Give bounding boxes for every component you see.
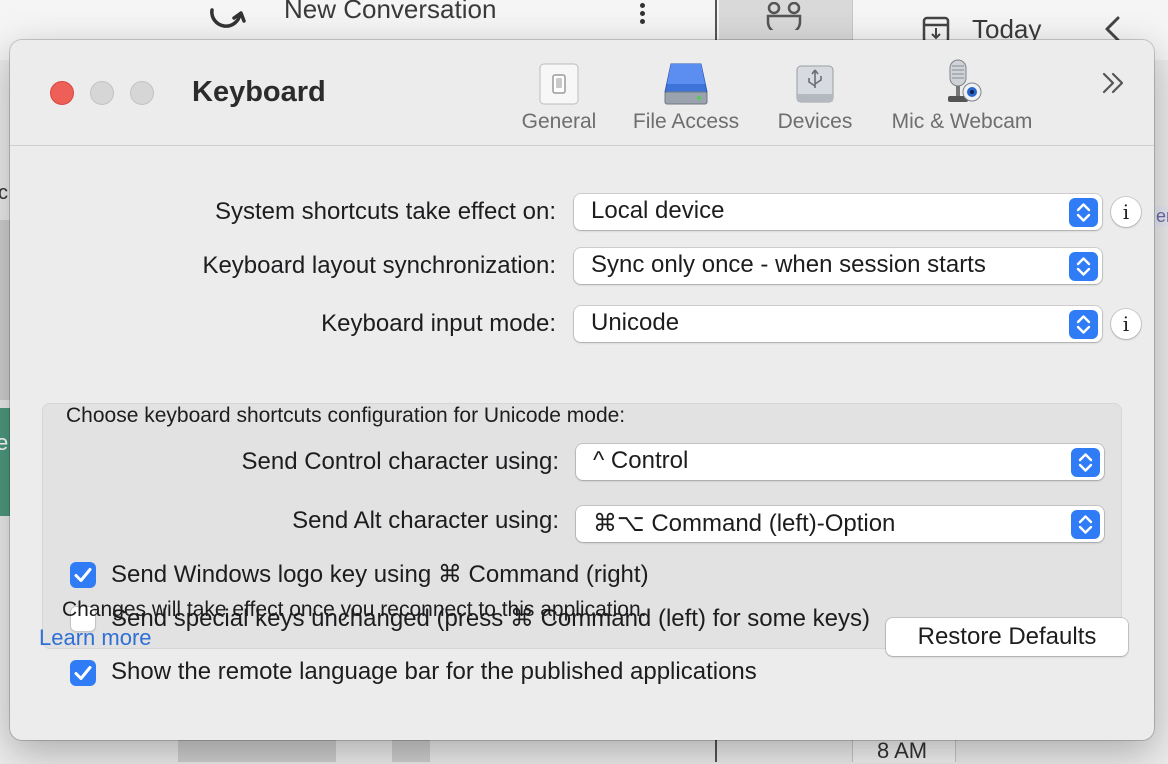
system-shortcuts-label: System shortcuts take effect on: <box>214 198 556 225</box>
up-down-arrows-icon <box>1069 198 1098 227</box>
input-mode-label: Keyboard input mode: <box>321 310 556 337</box>
close-window-button[interactable] <box>50 81 74 105</box>
checkmark-icon <box>74 568 92 582</box>
alt-character-label: Send Alt character using: <box>292 507 559 534</box>
toolbar-item-label: File Access <box>632 110 740 133</box>
toolbar-item-label: Mic & Webcam <box>891 110 1033 133</box>
calendar-time-label: 8 AM <box>852 738 956 763</box>
up-down-arrows-icon <box>1071 448 1100 477</box>
background-text-fragment: e <box>0 430 9 455</box>
zoom-window-button[interactable] <box>130 81 154 105</box>
checkmark-icon <box>74 666 92 680</box>
toolbar-item-devices[interactable]: Devices <box>770 58 860 134</box>
layout-sync-label: Keyboard layout synchronization: <box>202 252 556 279</box>
keyboard-preferences-window: Keyboard General File Access Devices Mic… <box>10 40 1154 740</box>
language-bar-checkbox[interactable] <box>70 660 96 686</box>
control-character-label: Send Control character using: <box>241 448 559 475</box>
up-down-arrows-icon <box>1069 252 1098 281</box>
toolbar-item-mic-webcam[interactable]: Mic & Webcam <box>880 58 1044 134</box>
checkbox-label: Show the remote language bar for the pub… <box>111 658 757 685</box>
group-title: Choose keyboard shortcuts configuration … <box>66 404 626 427</box>
minimize-window-button[interactable] <box>90 81 114 105</box>
teams-icon <box>766 2 802 30</box>
switch-icon <box>539 63 579 105</box>
microphone-webcam-icon <box>948 59 982 102</box>
up-down-arrows-icon <box>1071 510 1100 539</box>
background-text-fragment: c <box>0 182 8 204</box>
window-toolbar: Keyboard General File Access Devices Mic… <box>10 40 1154 146</box>
toolbar-item-label: General <box>521 110 597 133</box>
select-value: Local device <box>591 197 725 224</box>
info-button[interactable]: i <box>1111 197 1141 227</box>
select-value: ^ Control <box>593 447 689 474</box>
toolbar-item-file-access[interactable]: File Access <box>622 58 750 134</box>
double-chevron-right-icon[interactable] <box>1098 68 1128 98</box>
usb-drive-icon <box>796 65 834 103</box>
select-value: ⌘⌥ Command (left)-Option <box>593 510 896 537</box>
toolbar-item-label: Devices <box>777 110 853 133</box>
input-mode-select[interactable]: Unicode <box>574 306 1102 342</box>
reconnect-note: Changes will take effect once you reconn… <box>62 598 647 621</box>
window-title: Keyboard <box>192 76 326 108</box>
select-value: Sync only once - when session starts <box>591 251 986 278</box>
info-button[interactable]: i <box>1111 309 1141 339</box>
checkbox-label: Send Windows logo key using ⌘ Command (r… <box>111 561 649 588</box>
conversation-title: New Conversation <box>284 0 497 24</box>
windows-key-checkbox[interactable] <box>70 562 96 588</box>
alt-character-select[interactable]: ⌘⌥ Command (left)-Option <box>576 506 1104 542</box>
more-options-icon[interactable] <box>636 0 648 24</box>
refresh-icon[interactable] <box>204 0 248 28</box>
control-character-select[interactable]: ^ Control <box>576 444 1104 480</box>
up-down-arrows-icon <box>1069 310 1098 339</box>
restore-defaults-button[interactable]: Restore Defaults <box>886 618 1128 656</box>
background-panel <box>0 220 10 400</box>
system-shortcuts-select[interactable]: Local device <box>574 194 1102 230</box>
hard-drive-icon <box>664 63 708 105</box>
toolbar-item-general[interactable]: General <box>518 58 600 134</box>
select-value: Unicode <box>591 309 680 336</box>
learn-more-link[interactable]: Learn more <box>39 625 152 651</box>
layout-sync-select[interactable]: Sync only once - when session starts <box>574 248 1102 284</box>
